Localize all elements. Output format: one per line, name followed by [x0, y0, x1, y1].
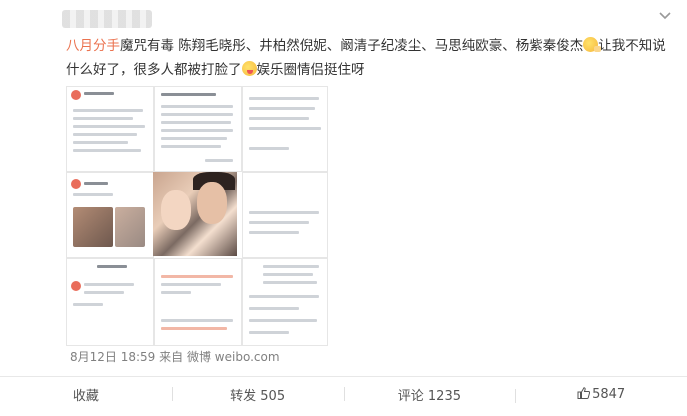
blurred-user-name-placeholder [62, 10, 152, 28]
screenshot-tile[interactable] [154, 86, 242, 172]
like-count: 5847 [592, 386, 626, 402]
screenshot-tile[interactable] [242, 86, 328, 172]
post-timestamp[interactable]: 8月12日 18:59 [70, 350, 155, 364]
comment-button[interactable]: 评论 1235 [343, 385, 516, 404]
screenshot-tile[interactable] [66, 172, 154, 258]
weibo-post-card: 八月分手魔咒有毒 陈翔毛晓彤、井柏然倪妮、阚清子纪凌尘、马思纯欧豪、杨紫秦俊杰让… [0, 0, 687, 416]
screenshot-tile[interactable] [242, 172, 328, 258]
post-source[interactable]: 微博 weibo.com [187, 350, 280, 364]
post-text-part1: 魔咒有毒 陈翔毛晓彤、井柏然倪妮、阚清子纪凌尘、马思纯欧豪、杨紫秦俊杰 [120, 38, 584, 54]
favorite-label: 收藏 [72, 388, 99, 404]
image-collage[interactable] [66, 86, 328, 346]
post-text: 八月分手魔咒有毒 陈翔毛晓彤、井柏然倪妮、阚清子纪凌尘、马思纯欧豪、杨紫秦俊杰让… [66, 34, 666, 82]
action-bar: 收藏 转发 505 评论 1235 5847 [0, 376, 687, 411]
screenshot-tile[interactable] [154, 258, 242, 346]
repost-button[interactable]: 转发 505 [171, 385, 344, 404]
source-prefix: 来自 [159, 350, 184, 364]
tongue-out-emoji-icon [241, 61, 257, 76]
repost-label: 转发 505 [230, 388, 286, 404]
topic-link[interactable]: 八月分手 [66, 38, 120, 54]
comment-label: 评论 1235 [397, 388, 461, 404]
hand-over-mouth-emoji-icon [583, 37, 602, 52]
favorite-button[interactable]: 收藏 [0, 385, 172, 404]
screenshot-tile[interactable] [66, 258, 154, 346]
couple-photo[interactable] [153, 172, 237, 256]
blurred-username[interactable] [62, 8, 152, 30]
post-meta: 8月12日 18:59 来自 微博 weibo.com [70, 348, 280, 365]
post-text-part3: 娱乐圈情侣挺住呀 [256, 62, 365, 78]
like-button[interactable]: 5847 [515, 386, 687, 403]
screenshot-tile[interactable] [242, 258, 328, 346]
chevron-down-icon[interactable] [657, 8, 673, 24]
screenshot-tile[interactable] [66, 86, 154, 172]
thumbs-up-icon [577, 386, 591, 399]
